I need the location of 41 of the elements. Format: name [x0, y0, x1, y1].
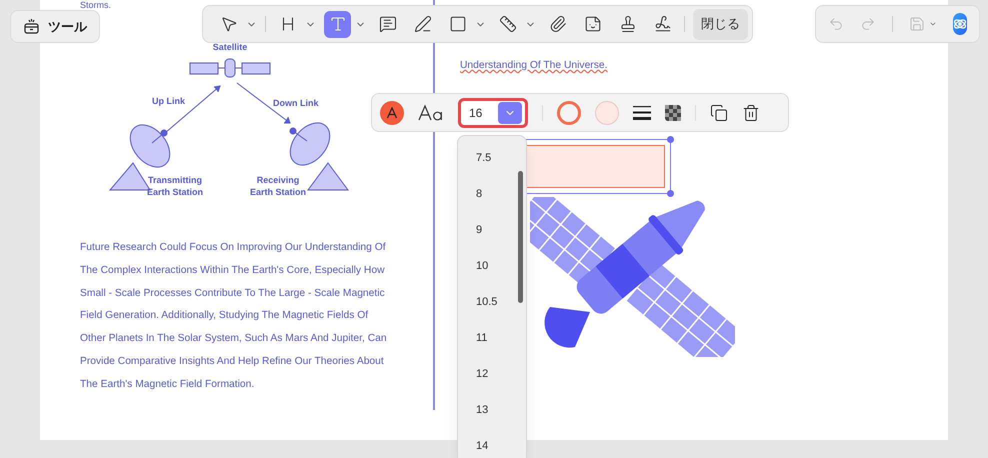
assistant-logo-icon[interactable] — [952, 13, 967, 35]
square-icon — [448, 15, 466, 33]
font-size-option[interactable]: 10 — [468, 257, 518, 275]
line-weight-icon[interactable] — [633, 106, 651, 120]
font-size-option[interactable]: 7.5 — [468, 149, 518, 167]
text-fragment: Storms. — [80, 0, 112, 10]
signature-icon — [654, 15, 672, 33]
caret-icon[interactable] — [498, 102, 522, 124]
toolbox-icon — [23, 18, 40, 35]
tools-button[interactable]: ツール — [10, 10, 100, 43]
font-icon[interactable] — [418, 104, 444, 122]
font-size-option[interactable]: 10.5 — [468, 293, 518, 311]
font-size-option[interactable]: 12 — [468, 365, 518, 383]
undo-icon — [828, 16, 844, 32]
body-paragraph: Future Research Could Focus On Improving Our Understanding Of The Complex Interactions Within The Earth's Core, Especially How Small - Scale Processes Contribute To The Large - Scale Magnetic Field Generation. Additionally, Studying The Magnetic Fields Of Other Planets In The Solar System, Such As Mars And Jupiter, Can Provide Comparative Insights And Help Refine Our Theories About The Earth's Magnetic Field Formation. — [80, 241, 387, 392]
font-size-option[interactable]: 9 — [468, 221, 518, 239]
font-size-option[interactable]: 13 — [468, 401, 518, 419]
redo-icon — [860, 16, 876, 32]
cursor-icon — [220, 15, 238, 33]
sticker-icon — [584, 15, 602, 33]
text-box-icon — [328, 15, 346, 33]
font-size-option[interactable]: 14 — [468, 437, 518, 455]
fill-color-swatch[interactable] — [595, 100, 619, 124]
font-size-option[interactable]: 8 — [468, 185, 518, 203]
ruler-icon — [498, 15, 516, 33]
stamp-icon — [618, 15, 636, 33]
duplicate-icon[interactable] — [710, 104, 728, 122]
text-fragment: Understanding Of The Universe. — [460, 59, 608, 73]
paperclip-icon — [548, 15, 566, 33]
border-color-swatch[interactable] — [557, 100, 581, 124]
save-icon — [908, 16, 925, 32]
opacity-icon[interactable] — [665, 104, 681, 120]
delete-icon[interactable] — [742, 104, 760, 122]
close-button[interactable]: 閉じる — [693, 8, 748, 40]
comment-icon — [378, 15, 396, 33]
pen-icon — [414, 15, 432, 33]
font-size-field[interactable]: 16 — [458, 98, 528, 128]
scrollbar-thumb[interactable] — [518, 171, 523, 303]
text-color-button[interactable] — [380, 100, 404, 124]
letter-a-icon — [386, 106, 398, 118]
font-size-option[interactable]: 11 — [468, 329, 518, 347]
